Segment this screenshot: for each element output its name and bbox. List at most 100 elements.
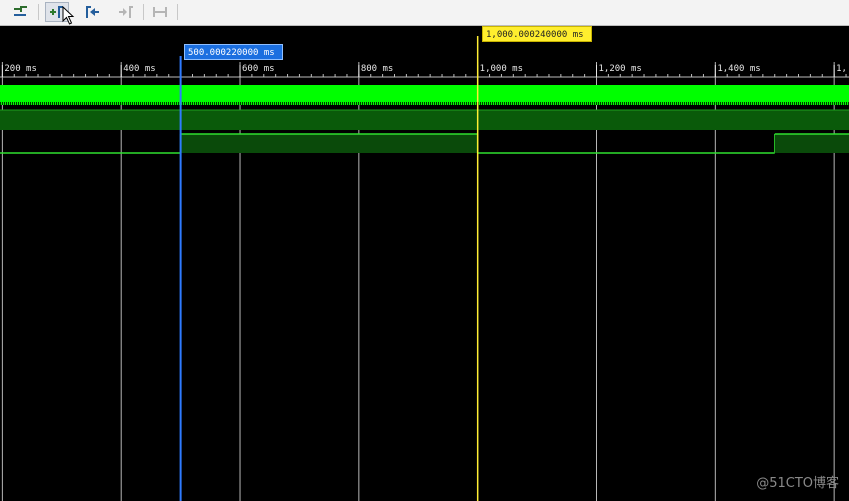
- clock-edge: [800, 102, 801, 105]
- clock-edge: [846, 102, 847, 105]
- clock-edge: [36, 102, 37, 105]
- clock-edge: [734, 102, 735, 105]
- clock-edge: [804, 102, 805, 105]
- clock-edge: [644, 102, 645, 105]
- clock-edge: [756, 102, 757, 105]
- clock-edge: [498, 102, 499, 105]
- clock-edge: [6, 102, 7, 105]
- clock-edge: [766, 102, 767, 105]
- clock-edge: [52, 102, 53, 105]
- blue-cursor-label[interactable]: 500.000220000 ms: [184, 44, 283, 60]
- clock-edge: [308, 102, 309, 105]
- clock-edge: [358, 102, 359, 105]
- clock-edge: [354, 102, 355, 105]
- mouse-pointer-icon: [62, 6, 75, 25]
- clock-edge: [330, 102, 331, 105]
- clock-edge: [28, 102, 29, 105]
- clock-edge: [484, 102, 485, 105]
- yellow-cursor-label[interactable]: 1,000.000240000 ms: [482, 26, 592, 42]
- zoom-between-markers-icon: [153, 7, 167, 17]
- clock-edge: [246, 102, 247, 105]
- go-to-prev-marker-button[interactable]: [80, 2, 104, 22]
- clock-edge: [466, 102, 467, 105]
- clock-edge: [372, 102, 373, 105]
- signal-bus-wave[interactable]: [0, 109, 849, 130]
- clock-edge: [564, 102, 565, 105]
- clock-edge: [8, 102, 9, 105]
- clock-edge: [376, 102, 377, 105]
- clock-edge: [84, 102, 85, 105]
- clock-edge: [750, 102, 751, 105]
- zoom-between-markers-button[interactable]: [148, 2, 172, 22]
- clock-edge: [516, 102, 517, 105]
- clock-edge: [94, 102, 95, 105]
- clock-edge: [334, 102, 335, 105]
- clock-edge: [620, 102, 621, 105]
- clock-edge: [774, 102, 775, 105]
- clock-edge: [816, 102, 817, 105]
- clock-edge: [462, 102, 463, 105]
- clock-edge: [540, 102, 541, 105]
- add-wave-button[interactable]: [9, 2, 33, 22]
- clock-edge: [522, 102, 523, 105]
- clock-edge: [514, 102, 515, 105]
- clock-edge: [826, 102, 827, 105]
- clock-edge: [144, 102, 145, 105]
- clock-edge: [556, 102, 557, 105]
- clock-edge: [222, 102, 223, 105]
- clock-edge: [104, 102, 105, 105]
- clock-edge: [574, 102, 575, 105]
- clock-edge: [200, 102, 201, 105]
- clock-edge: [764, 102, 765, 105]
- clock-edge: [718, 102, 719, 105]
- clock-edge: [34, 102, 35, 105]
- clock-edge: [544, 102, 545, 105]
- clock-edge: [684, 102, 685, 105]
- clock-edge: [248, 102, 249, 105]
- clock-edge: [276, 102, 277, 105]
- waveform-area[interactable]: 200 ms 400 ms 600 ms 800 ms 1,000 ms 1,200 ms…: [0, 26, 849, 501]
- clock-edge: [106, 102, 107, 105]
- clock-edge: [66, 102, 67, 105]
- clock-edge: [216, 102, 217, 105]
- clock-edge: [594, 102, 595, 105]
- clock-edge: [676, 102, 677, 105]
- clock-edge: [426, 102, 427, 105]
- clock-edge: [720, 102, 721, 105]
- clock-edge: [146, 102, 147, 105]
- clock-edge: [234, 102, 235, 105]
- clock-edge: [746, 102, 747, 105]
- clock-edge: [64, 102, 65, 105]
- signal-clock-wave[interactable]: [0, 85, 849, 105]
- go-to-next-marker-button[interactable]: [114, 2, 138, 22]
- clock-edge: [420, 102, 421, 105]
- clock-edge: [456, 102, 457, 105]
- clock-edge: [572, 102, 573, 105]
- clock-edge: [158, 102, 159, 105]
- clock-edge: [818, 102, 819, 105]
- cursor-lines[interactable]: [179, 36, 479, 501]
- clock-edge: [722, 102, 723, 105]
- clock-edge: [102, 102, 103, 105]
- clock-edge: [206, 102, 207, 105]
- clock-edge: [820, 102, 821, 105]
- clock-edge: [742, 102, 743, 105]
- clock-edge: [452, 102, 453, 105]
- clock-edge: [218, 102, 219, 105]
- clock-edge: [770, 102, 771, 105]
- clock-edge: [808, 102, 809, 105]
- clock-edge: [178, 102, 179, 105]
- toolbar-separator: [177, 4, 178, 20]
- clock-edge: [368, 102, 369, 105]
- go-to-next-marker-icon: [119, 6, 133, 18]
- clock-edge: [432, 102, 433, 105]
- clock-edge: [154, 102, 155, 105]
- clock-edge: [254, 102, 255, 105]
- signal-bit-wave[interactable]: [0, 133, 849, 154]
- clock-edge: [194, 102, 195, 105]
- clock-edge: [272, 102, 273, 105]
- clock-edge: [0, 102, 1, 105]
- clock-edge: [608, 102, 609, 105]
- clock-edge: [138, 102, 139, 105]
- time-ruler[interactable]: 200 ms 400 ms 600 ms 800 ms 1,000 ms 1,200 ms…: [0, 64, 849, 78]
